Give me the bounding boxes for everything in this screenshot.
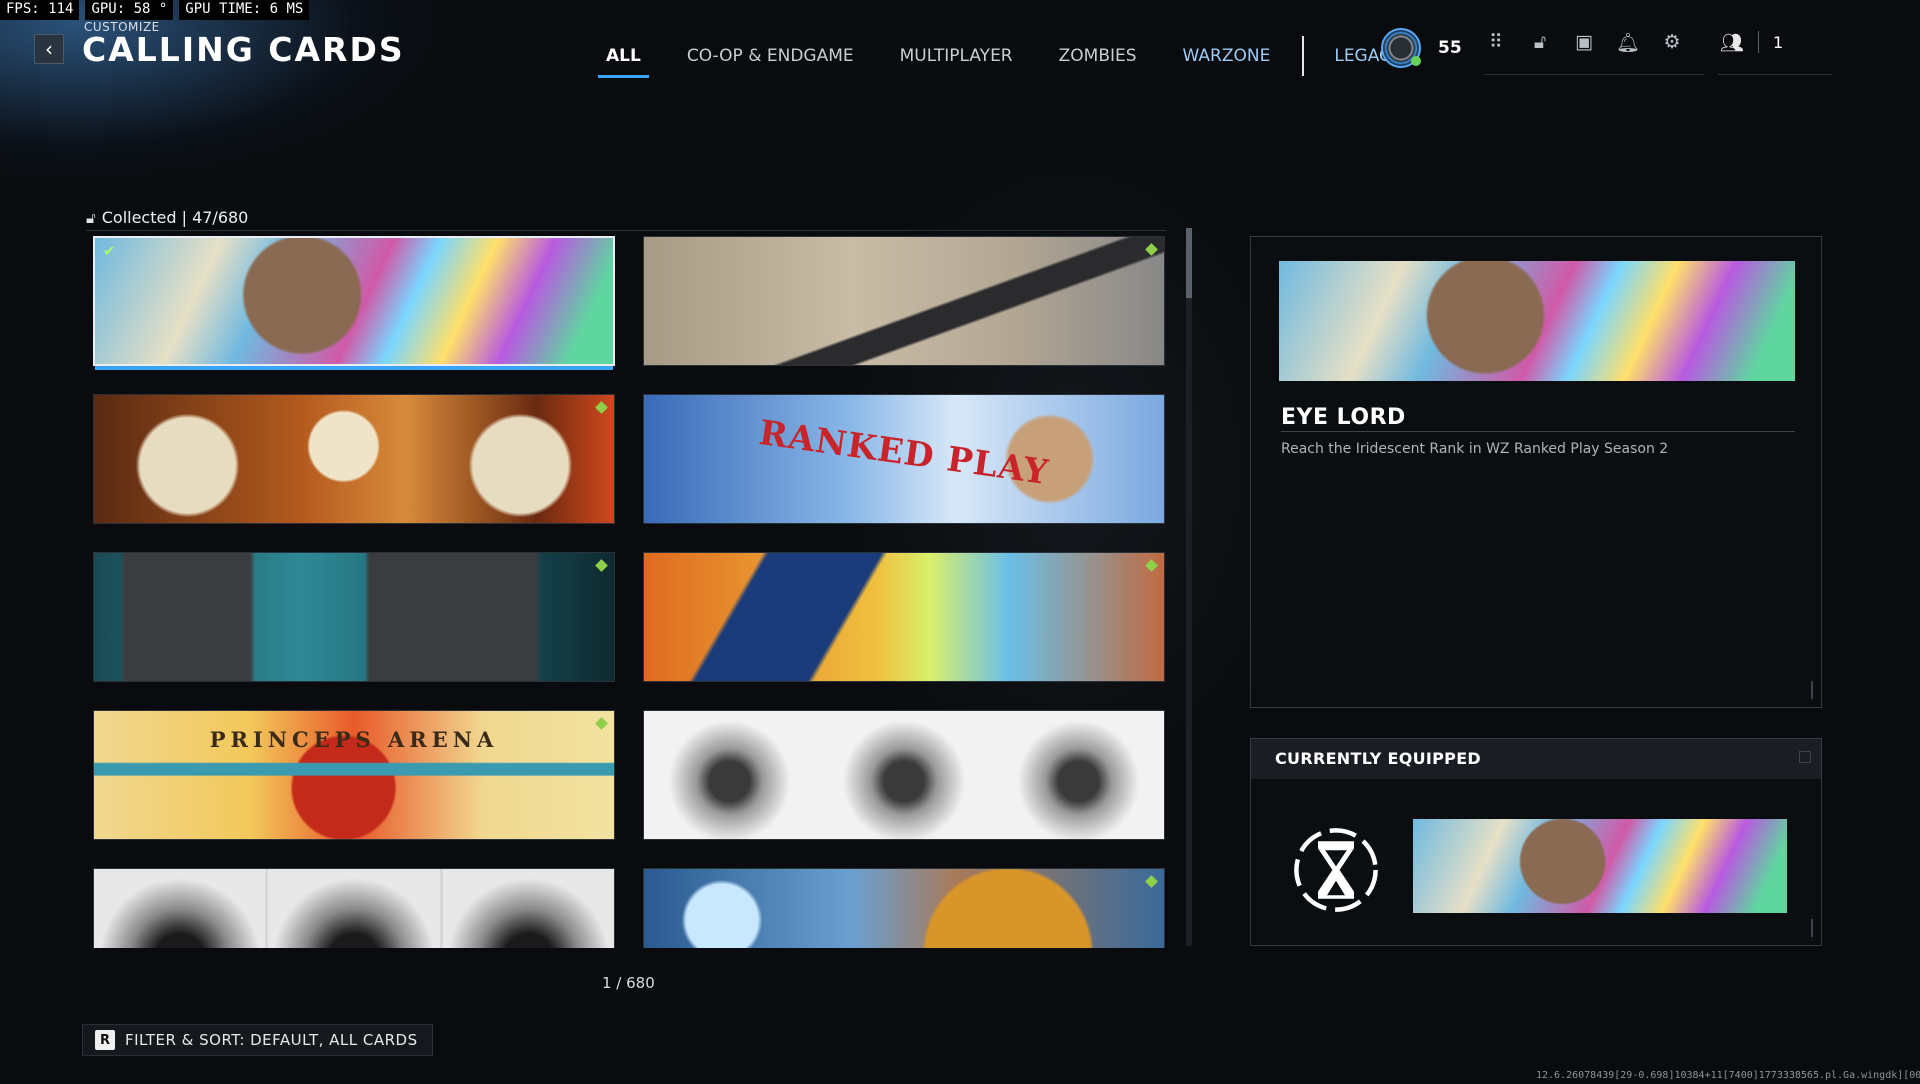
card-panel	[992, 711, 1164, 839]
corner-mark	[1805, 919, 1813, 937]
build-string: 12.6.26078439[29-0.698]10384+11[7400]177…	[1536, 1070, 1920, 1081]
gear-icon[interactable]: ⚙	[1660, 30, 1684, 54]
calling-card-mechs[interactable]	[93, 552, 615, 682]
divider	[1758, 31, 1759, 53]
fps-readout: FPS: 114	[0, 0, 80, 20]
unlock-icon: 🔓︎	[86, 208, 96, 227]
equipped-title: CURRENTLY EQUIPPED	[1275, 749, 1482, 768]
divider	[1718, 74, 1832, 75]
gpu-time-readout: GPU TIME: 6 MS	[179, 0, 310, 20]
store-icon[interactable]: ▣	[1572, 30, 1596, 54]
calling-card-eye-lord[interactable]: ✔	[93, 236, 615, 366]
expand-icon	[1799, 751, 1811, 763]
key-prompt-icon: R	[95, 1030, 115, 1050]
calling-card-rocket[interactable]	[643, 236, 1165, 366]
apps-grid-icon[interactable]: ⠿	[1484, 30, 1508, 54]
card-name: EYE LORD	[1281, 405, 1406, 430]
grid-scrollbar[interactable]	[1186, 228, 1192, 946]
filter-sort-button[interactable]: R FILTER & SORT: DEFAULT, ALL CARDS	[82, 1024, 433, 1056]
tab-multiplayer[interactable]: MULTIPLAYER	[892, 44, 1021, 68]
card-panel	[818, 711, 990, 839]
equipped-calling-card[interactable]	[1413, 819, 1787, 913]
checkmark-icon: ✔	[103, 242, 116, 260]
party-icon[interactable]: 👥︎	[1720, 30, 1744, 54]
equipped-header: CURRENTLY EQUIPPED	[1251, 739, 1821, 779]
card-detail-panel: EYE LORD Reach the Iridescent Rank in WZ…	[1250, 236, 1822, 708]
tab-separator	[1302, 36, 1305, 76]
category-tabs: ALL CO-OP & ENDGAME MULTIPLAYER ZOMBIES …	[598, 36, 1439, 78]
tab-zombies[interactable]: ZOMBIES	[1051, 44, 1145, 68]
rank-badge-icon[interactable]	[1381, 28, 1421, 68]
collected-counter: 🔓︎ Collected | 47/680	[86, 208, 248, 227]
card-panel	[442, 869, 614, 948]
gpu-readout: GPU: 58 °	[85, 0, 174, 20]
calling-card-bw-triptych[interactable]	[93, 868, 615, 948]
scrollbar-thumb[interactable]	[1186, 228, 1192, 298]
new-item-icon	[1145, 875, 1158, 888]
corner-mark	[1805, 681, 1813, 699]
new-item-icon	[595, 401, 608, 414]
currently-equipped-panel: CURRENTLY EQUIPPED	[1250, 738, 1822, 946]
tab-warzone[interactable]: WARZONE	[1175, 44, 1279, 68]
player-level: 55	[1438, 38, 1462, 58]
card-preview-image	[1279, 261, 1795, 381]
card-panel	[268, 869, 440, 948]
divider	[1484, 74, 1704, 75]
hourglass-emblem-icon	[1294, 828, 1378, 912]
tab-coop-endgame[interactable]: CO-OP & ENDGAME	[679, 44, 862, 68]
divider	[1281, 431, 1795, 432]
calling-card-sketch-triptych[interactable]	[643, 710, 1165, 840]
collected-label: Collected | 47/680	[101, 208, 249, 227]
back-button[interactable]: ‹	[34, 34, 64, 64]
card-panel	[644, 711, 816, 839]
chevron-left-icon: ‹	[45, 37, 53, 61]
party-count: 1	[1773, 32, 1784, 52]
card-description: Reach the Iridescent Rank in WZ Ranked P…	[1281, 441, 1669, 457]
calling-card-sniper[interactable]	[643, 552, 1165, 682]
divider	[86, 230, 1166, 231]
calling-card-princeps-arena[interactable]: PRINCEPS ARENA	[93, 710, 615, 840]
party-widget: 👥︎ 1	[1720, 30, 1783, 54]
calling-card-lion[interactable]	[643, 868, 1165, 948]
page-title: CALLING CARDS	[82, 30, 405, 69]
unlock-icon[interactable]: 🔓︎	[1528, 30, 1552, 54]
new-item-icon	[1145, 559, 1158, 572]
page-indicator: 1 / 680	[602, 974, 655, 992]
card-art-text: PRINCEPS ARENA	[209, 727, 499, 752]
bell-icon[interactable]: 🔔︎	[1616, 30, 1640, 54]
card-art-text: RANKED PLAY	[756, 412, 1052, 494]
new-item-icon	[595, 559, 608, 572]
tab-all[interactable]: ALL	[598, 44, 649, 78]
new-item-icon	[1145, 243, 1158, 256]
calling-card-skulls[interactable]	[93, 394, 615, 524]
calling-card-grid: ✔ RANKED PLAY PRINCEPS ARENA	[93, 236, 1167, 948]
card-panel	[94, 869, 266, 948]
perf-overlay: FPS: 114 GPU: 58 ° GPU TIME: 6 MS	[0, 0, 310, 20]
system-icon-bar: ⠿ 🔓︎ ▣ 🔔︎ ⚙	[1484, 30, 1684, 54]
calling-card-ranked-play[interactable]: RANKED PLAY	[643, 394, 1165, 524]
filter-sort-label: FILTER & SORT: DEFAULT, ALL CARDS	[125, 1031, 418, 1049]
online-status-dot	[1411, 56, 1421, 66]
